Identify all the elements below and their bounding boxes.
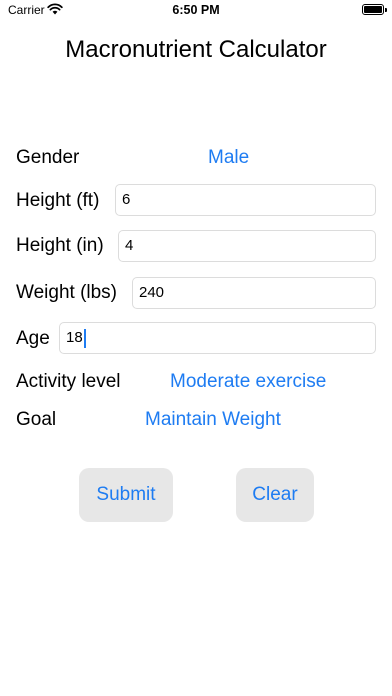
age-value: 18 xyxy=(66,329,83,346)
age-input[interactable]: 18 xyxy=(59,322,376,354)
gender-selector[interactable]: Male xyxy=(208,147,249,169)
battery-icon xyxy=(362,4,387,15)
age-label: Age xyxy=(16,328,50,349)
submit-button[interactable]: Submit xyxy=(79,468,173,522)
activity-level-selector[interactable]: Moderate exercise xyxy=(170,371,326,393)
weight-label: Weight (lbs) xyxy=(16,282,118,303)
clear-button[interactable]: Clear xyxy=(236,468,314,522)
weight-input[interactable]: 240 xyxy=(132,277,376,309)
page-title: Macronutrient Calculator xyxy=(65,36,327,63)
height-in-label: Height (in) xyxy=(16,235,104,256)
height-in-input[interactable]: 4 xyxy=(118,230,376,262)
goal-label: Goal xyxy=(16,409,57,430)
status-bar: Carrier 6:50 PM xyxy=(0,0,392,22)
gender-label: Gender xyxy=(16,147,80,168)
height-ft-input[interactable]: 6 xyxy=(115,184,376,216)
goal-selector[interactable]: Maintain Weight xyxy=(145,409,281,431)
status-time: 6:50 PM xyxy=(172,3,220,17)
activity-level-label: Activity level xyxy=(16,371,121,392)
text-cursor xyxy=(83,328,86,348)
height-ft-label: Height (ft) xyxy=(16,190,100,211)
